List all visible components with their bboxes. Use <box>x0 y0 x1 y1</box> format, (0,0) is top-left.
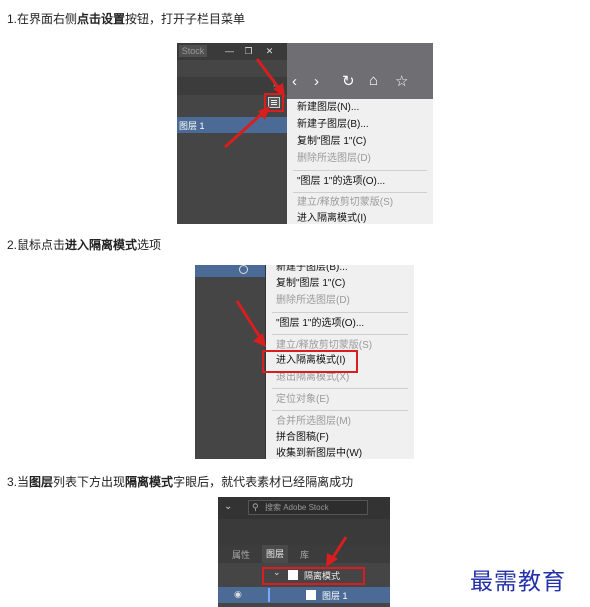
step-2-bold: 进入隔离模式 <box>65 238 138 252</box>
red-arrow <box>326 536 348 567</box>
step-2-text: 2.鼠标点击进入隔离模式选项 <box>7 236 161 253</box>
step-1-post: 按钮，打开子栏目菜单 <box>125 12 246 26</box>
step-1-text: 1.在界面右侧点击设置按钮，打开子栏目菜单 <box>7 10 245 27</box>
step-2-post: 选项 <box>137 238 162 252</box>
step-1-pre: 1.在界面右侧 <box>7 12 78 26</box>
step-3-text: 3.当图层列表下方出现隔离模式字眼后，就代表素材已经隔离成功 <box>7 473 353 490</box>
step-3-bold-1: 图层 <box>29 475 54 489</box>
step-3-mid: 列表下方出现 <box>53 475 126 489</box>
screenshot-2: 新建子图层(B)... 复制"图层 1"(C) 删除所选图层(D) "图层 1"… <box>195 265 414 459</box>
step-1-bold: 点击设置 <box>77 12 126 26</box>
step-3-bold-2: 隔离模式 <box>125 475 174 489</box>
step-3-pre: 3.当 <box>7 475 30 489</box>
red-arrow <box>235 300 266 347</box>
screenshot-1: Stock — ❐ ✕ » 图层 1 ‹ › ↻ ⌂ ☆ 新建图层(N)... … <box>177 43 433 224</box>
screenshot-3: ⌄ ⚲ 搜索 Adobe Stock 属性 图层 库 ⌄ 隔离模式 ◉ 图层 1 <box>218 497 390 607</box>
step-3-post: 字眼后，就代表素材已经隔离成功 <box>173 475 354 489</box>
red-arrows <box>223 58 285 149</box>
step-2-pre: 2.鼠标点击 <box>7 238 66 252</box>
watermark-logo: 最需教育 <box>470 569 566 595</box>
